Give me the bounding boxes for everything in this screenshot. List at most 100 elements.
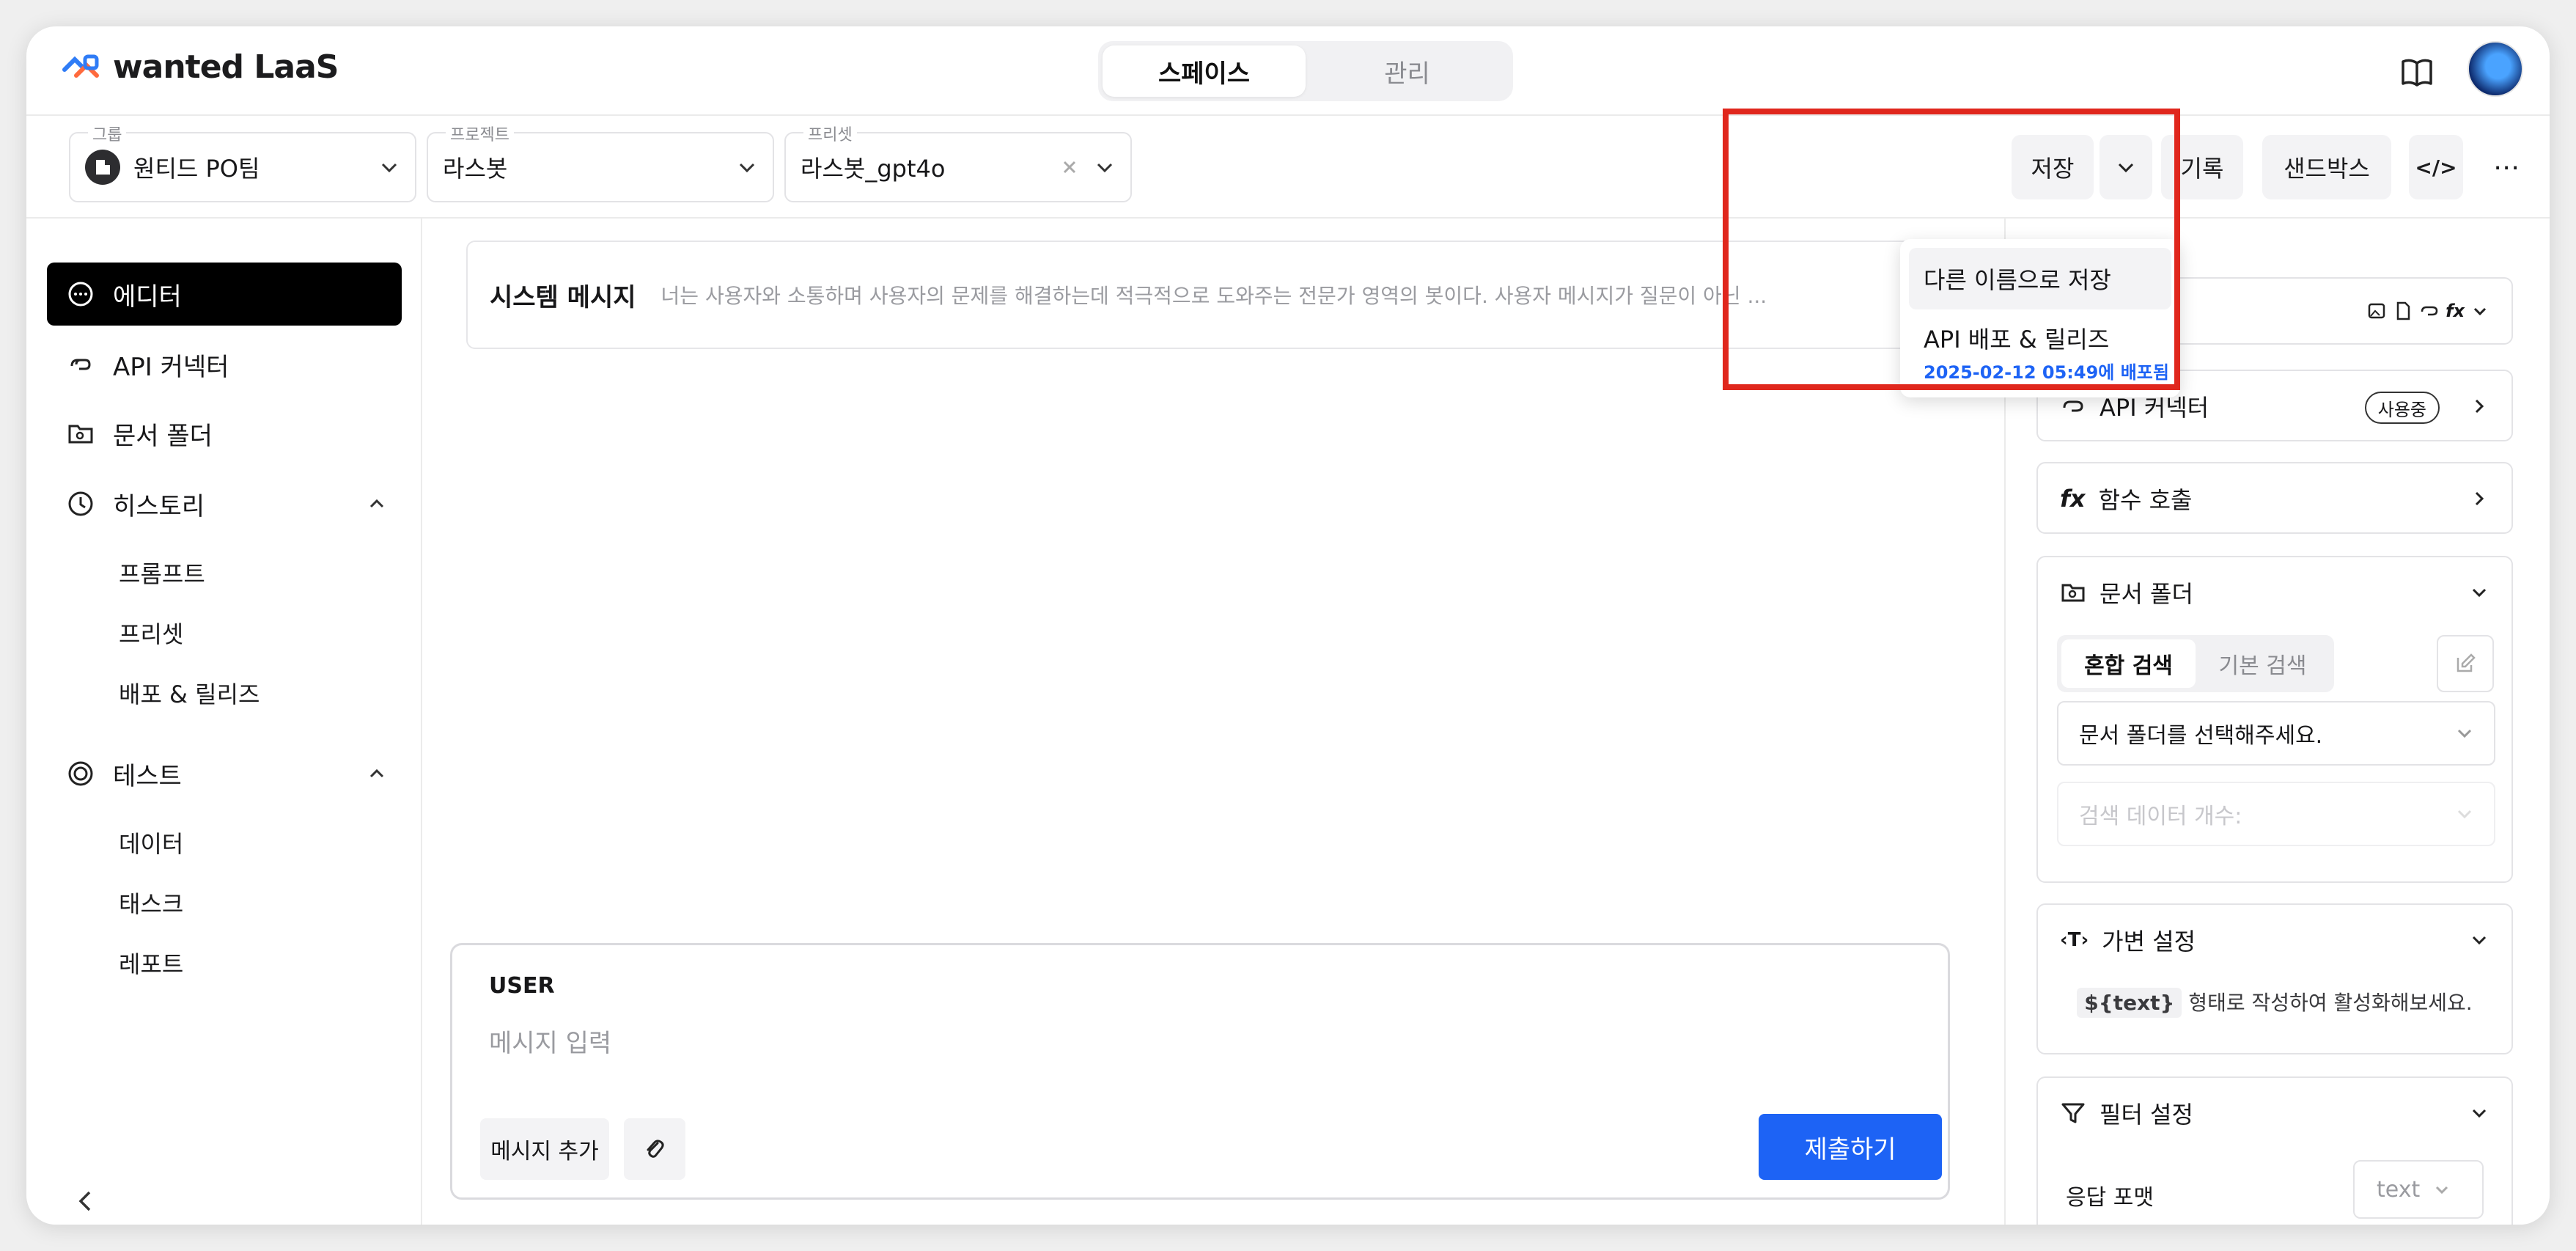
sandbox-button[interactable]: 샌드박스: [2262, 135, 2391, 199]
sidebar-item-editor[interactable]: 에디터: [47, 263, 402, 326]
project-label: 프로젝트: [446, 122, 514, 145]
group-label: 그룹: [88, 122, 127, 145]
chevron-down-icon: [2473, 307, 2487, 316]
chevron-down-icon: [381, 163, 397, 173]
image-icon: [2368, 303, 2385, 319]
doc-folder-header[interactable]: 문서 폴더: [2060, 557, 2193, 628]
function-call-label: 함수 호출: [2098, 486, 2193, 514]
chevron-right-icon: [2475, 491, 2484, 506]
preset-select[interactable]: 프리셋 라스봇_gpt4o: [784, 122, 1132, 202]
tab-manage[interactable]: 관리: [1306, 45, 1509, 97]
filter-settings-card: 필터 설정 응답 포맷 text: [2036, 1076, 2513, 1225]
variable-icon: ‹T›: [2060, 929, 2089, 951]
doc-folder-label: 문서 폴더: [2100, 580, 2193, 608]
filter-settings-header[interactable]: 필터 설정: [2060, 1078, 2193, 1148]
chat-icon: [68, 282, 93, 307]
response-format-label: 응답 포맷: [2066, 1185, 2154, 1211]
paperclip-icon: [647, 1140, 664, 1158]
project-select[interactable]: 프로젝트 라스봇: [427, 122, 774, 202]
message-input[interactable]: 메시지 입력: [489, 1023, 611, 1059]
filter-icon: [2061, 1103, 2085, 1123]
submit-button[interactable]: 제출하기: [1759, 1114, 1942, 1180]
laas-logo-icon: [62, 54, 99, 78]
function-icon: fx: [2060, 485, 2086, 513]
file-icon: [2396, 301, 2410, 320]
filter-settings-label: 필터 설정: [2100, 1101, 2193, 1129]
chevron-down-icon[interactable]: [2469, 582, 2489, 603]
sidebar-subitem-task[interactable]: 태스크: [119, 886, 183, 920]
status-badge: 사용중: [2364, 392, 2440, 424]
edit-icon: [2457, 653, 2476, 672]
project-value: 라스봇: [443, 155, 508, 183]
variable-settings-header[interactable]: ‹T› 가변 설정: [2060, 905, 2196, 975]
sidebar-subitem-prompt[interactable]: 프롬프트: [119, 556, 205, 590]
more-icon[interactable]: ⋯: [2492, 153, 2522, 183]
variable-hint: ${text} 형태로 작성하여 활성화해보세요.: [2038, 987, 2511, 1018]
tab-hybrid-search[interactable]: 혼합 검색: [2061, 639, 2196, 688]
collapse-sidebar-icon[interactable]: [70, 1186, 100, 1216]
space-switch: 스페이스 관리: [1098, 41, 1513, 101]
function-call-card[interactable]: fx 함수 호출: [2036, 462, 2513, 534]
variable-settings-card: ‹T› 가변 설정 ${text} 형태로 작성하여 활성화해보세요.: [2036, 903, 2513, 1054]
variable-hint-text: 형태로 작성하여 활성화해보세요.: [2188, 991, 2473, 1015]
tab-basic-search[interactable]: 기본 검색: [2196, 639, 2330, 688]
sidebar-item-label: 테스트: [113, 761, 182, 791]
logo[interactable]: wanted LaaS: [60, 48, 339, 86]
chevron-down-icon[interactable]: [2469, 1103, 2489, 1123]
doc-folder-select-value: 문서 폴더를 선택해주세요.: [2079, 723, 2323, 749]
folder-search-icon: [68, 425, 93, 444]
link-icon: [2421, 306, 2438, 316]
group-value: 원티드 PO팀: [133, 155, 260, 183]
book-icon[interactable]: [2399, 54, 2435, 91]
sidebar: 에디터 API 커넥터 문서 폴더 히스토리 프롬프트 프리셋 배포 & 릴리즈…: [26, 219, 422, 1225]
sidebar-item-doc-folder[interactable]: 문서 폴더: [47, 402, 402, 465]
function-icon: fx: [2446, 301, 2465, 321]
preset-value: 라스봇_gpt4o: [801, 155, 946, 183]
system-message-title: 시스템 메시지: [490, 282, 636, 312]
building-icon: [85, 150, 120, 185]
sidebar-item-test[interactable]: 테스트: [47, 742, 402, 805]
code-button[interactable]: </>: [2409, 135, 2463, 199]
sidebar-subitem-report[interactable]: 레포트: [119, 946, 183, 980]
highlight-box: [1723, 109, 2180, 390]
response-format-value: text: [2377, 1176, 2421, 1203]
message-composer: USER 메시지 입력 메시지 추가 제출하기: [450, 943, 1950, 1200]
add-message-button[interactable]: 메시지 추가: [480, 1118, 609, 1180]
doc-folder-select[interactable]: 문서 폴더를 선택해주세요.: [2057, 701, 2495, 766]
function-call-header: fx 함수 호출: [2060, 463, 2193, 534]
chevron-down-icon[interactable]: [2469, 930, 2489, 950]
top-bar: wanted LaaS 스페이스 관리: [26, 26, 2550, 116]
sidebar-subitem-preset[interactable]: 프리셋: [119, 616, 183, 650]
sidebar-item-api-connector[interactable]: API 커넥터: [47, 333, 402, 396]
sidebar-item-label: API 커넥터: [113, 352, 229, 382]
chevron-down-icon: [2436, 1186, 2448, 1195]
chevron-up-icon[interactable]: [367, 763, 387, 784]
search-count-select[interactable]: 검색 데이터 개수:: [2057, 782, 2495, 846]
sidebar-item-label: 히스토리: [113, 491, 205, 521]
system-message-text: 너는 사용자와 소통하며 사용자의 문제를 해결하는데 적극적으로 도와주는 전…: [660, 284, 1767, 308]
clear-icon[interactable]: [1059, 156, 1081, 178]
chevron-down-icon: [2457, 810, 2472, 819]
group-select[interactable]: 그룹 원티드 PO팀: [69, 122, 416, 202]
search-count-placeholder: 검색 데이터 개수:: [2079, 804, 2242, 829]
chevron-down-icon: [2457, 729, 2472, 738]
role-label[interactable]: USER: [489, 973, 555, 999]
edit-button[interactable]: [2437, 635, 2494, 692]
clock-icon: [68, 491, 93, 516]
response-format-select[interactable]: text: [2353, 1160, 2484, 1219]
link-icon: [70, 359, 91, 370]
sidebar-subitem-data[interactable]: 데이터: [119, 826, 183, 859]
brand-name: wanted LaaS: [113, 48, 339, 86]
chevron-down-icon: [1097, 163, 1113, 173]
folder-search-icon: [2061, 584, 2085, 602]
attach-button[interactable]: [624, 1118, 685, 1180]
sidebar-subitem-release[interactable]: 배포 & 릴리즈: [119, 676, 260, 710]
chevron-up-icon[interactable]: [367, 494, 387, 514]
sidebar-item-label: 에디터: [113, 282, 182, 312]
tab-space[interactable]: 스페이스: [1103, 45, 1306, 97]
variable-settings-label: 가변 설정: [2102, 928, 2196, 955]
app-window: wanted LaaS 스페이스 관리 그룹 원티드 PO팀 프로젝트 라스봇 …: [26, 26, 2550, 1225]
sidebar-item-history[interactable]: 히스토리: [47, 472, 402, 535]
avatar[interactable]: [2468, 41, 2523, 97]
sidebar-item-label: 문서 폴더: [113, 421, 213, 451]
